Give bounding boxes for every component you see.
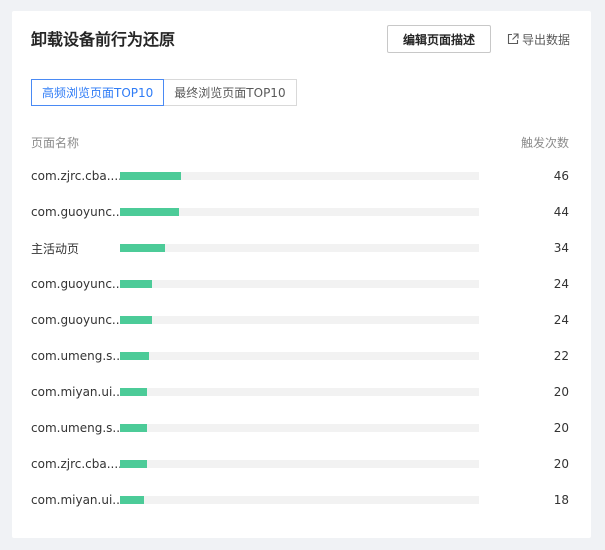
tab-high-frequency-pages[interactable]: 高频浏览页面TOP10: [31, 79, 165, 106]
table-row: com.umeng.s... 22: [31, 338, 569, 374]
page-name: com.umeng.s...: [31, 421, 120, 435]
bar-track: [120, 280, 479, 288]
table-row: com.zjrc.cba.... 20: [31, 446, 569, 482]
bar-track: [120, 496, 479, 504]
page-name: com.zjrc.cba....: [31, 457, 120, 471]
trigger-count: 20: [553, 457, 569, 471]
trigger-count: 24: [553, 277, 569, 291]
table-row: com.miyan.ui... 20: [31, 374, 569, 410]
page-name: 主活动页: [31, 241, 80, 256]
page-name: com.umeng.s...: [31, 349, 120, 363]
bar-track: [120, 460, 479, 468]
export-data-label: 导出数据: [522, 32, 571, 47]
page-name: com.miyan.ui...: [31, 385, 120, 399]
bar-fill: [120, 388, 147, 396]
trigger-count: 44: [553, 205, 569, 219]
uninstall-behavior-card: 卸载设备前行为还原 编辑页面描述 导出数据 高频浏览页面TOP10 最终浏览页面…: [12, 11, 591, 538]
table-row: 主活动页 34: [31, 230, 569, 266]
export-data-link[interactable]: 导出数据: [507, 25, 570, 53]
bar-track: [120, 316, 479, 324]
page-name: com.guoyunc...: [31, 205, 120, 219]
bar-fill: [120, 460, 147, 468]
trigger-count: 24: [553, 313, 569, 327]
bar-fill: [120, 244, 165, 252]
bar-fill: [120, 172, 181, 180]
page-name: com.miyan.ui...: [31, 493, 120, 507]
trigger-count: 20: [553, 421, 569, 435]
page-name: com.guoyunc...: [31, 277, 120, 291]
bar-fill: [120, 352, 149, 360]
trigger-count: 46: [553, 169, 569, 183]
bar-fill: [120, 280, 152, 288]
column-header-trigger-count: 触发次数: [520, 136, 569, 150]
trigger-count: 22: [553, 349, 569, 363]
edit-page-description-button[interactable]: 编辑页面描述: [387, 25, 491, 53]
bar-fill: [120, 208, 179, 216]
bar-track: [120, 352, 479, 360]
bar-track: [120, 244, 479, 252]
table-row: com.miyan.ui... 18: [31, 482, 569, 518]
bar-fill: [120, 316, 152, 324]
trigger-count: 18: [553, 493, 569, 507]
page-top10-tabs: 高频浏览页面TOP10 最终浏览页面TOP10: [31, 79, 297, 106]
trigger-count: 34: [553, 241, 569, 255]
bar-track: [120, 172, 479, 180]
page-ranking-list: com.zjrc.cba.... 46 com.guoyunc... 44 主活动页 34…: [31, 158, 569, 518]
bar-fill: [120, 496, 144, 504]
page-name: com.guoyunc...: [31, 313, 120, 327]
card-title: 卸载设备前行为还原: [31, 30, 176, 49]
bar-track: [120, 208, 479, 216]
bar-track: [120, 424, 479, 432]
bar-track: [120, 388, 479, 396]
trigger-count: 20: [553, 385, 569, 399]
table-row: com.guoyunc... 44: [31, 194, 569, 230]
table-row: com.zjrc.cba.... 46: [31, 158, 569, 194]
export-icon: [507, 33, 519, 45]
bar-fill: [120, 424, 147, 432]
table-row: com.guoyunc... 24: [31, 266, 569, 302]
table-row: com.umeng.s... 20: [31, 410, 569, 446]
page-name: com.zjrc.cba....: [31, 169, 120, 183]
tab-final-pages[interactable]: 最终浏览页面TOP10: [164, 79, 297, 106]
table-row: com.guoyunc... 24: [31, 302, 569, 338]
column-header-page-name: 页面名称: [31, 136, 80, 150]
